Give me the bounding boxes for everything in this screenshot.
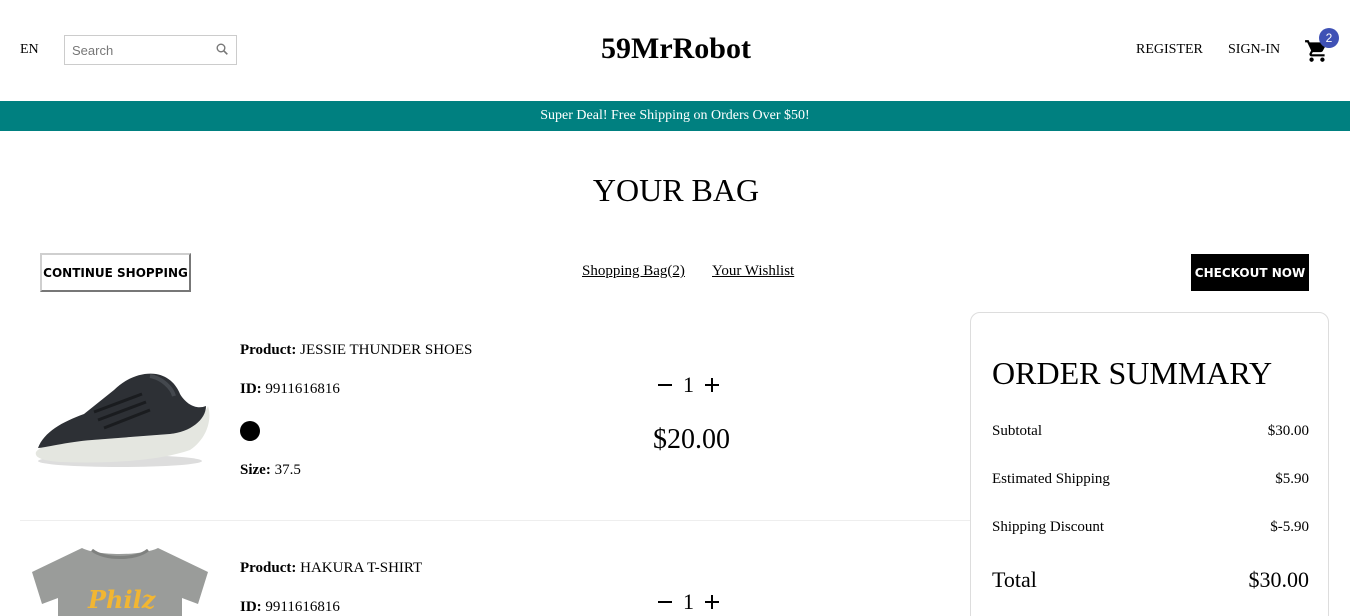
subtotal-row: Subtotal $30.00 [992, 423, 1309, 440]
quantity-value: 1 [683, 372, 694, 397]
product-id-row: ID: 9911616816 [240, 599, 340, 616]
plus-icon[interactable] [704, 377, 720, 393]
search-box [64, 35, 237, 65]
shoe-image [35, 373, 210, 467]
product-name-row: Product: HAKURA T-SHIRT [240, 560, 422, 577]
quantity-stepper: 1 [657, 372, 720, 398]
id-label: ID: [240, 381, 262, 397]
total-value: $30.00 [1248, 567, 1310, 592]
product-size-row: Size: 37.5 [240, 462, 301, 479]
product-name: JESSIE THUNDER SHOES [300, 342, 473, 358]
id-label: ID: [240, 599, 262, 615]
summary-title: ORDER SUMMARY [992, 355, 1273, 391]
signin-link[interactable]: SIGN-IN [1228, 42, 1280, 58]
shipping-label: Estimated Shipping [992, 471, 1110, 487]
shopping-bag-link[interactable]: Shopping Bag(2) [582, 263, 685, 280]
page-title: YOUR BAG [592, 172, 760, 208]
product-id: 9911616816 [265, 599, 340, 615]
quantity-stepper: 1 [657, 589, 720, 615]
product-id-row: ID: 9911616816 [240, 381, 340, 398]
discount-value: $-5.90 [1270, 519, 1309, 535]
checkout-now-button[interactable]: CHECKOUT NOW [1191, 254, 1309, 291]
subtotal-value: $30.00 [1267, 423, 1309, 439]
size-label: Size: [240, 462, 271, 478]
wishlist-link[interactable]: Your Wishlist [712, 263, 794, 280]
cart-count-badge: 2 [1319, 28, 1339, 48]
product-label: Product: [240, 560, 297, 576]
logo[interactable]: 59MrRobot [601, 32, 751, 65]
continue-shopping-button[interactable]: CONTINUE SHOPPING [40, 253, 191, 292]
color-swatch [240, 421, 260, 441]
item-divider [20, 520, 970, 521]
product-size: 37.5 [274, 462, 301, 478]
product-name-row: Product: JESSIE THUNDER SHOES [240, 342, 472, 359]
tshirt-image: Philz [32, 548, 208, 616]
search-icon[interactable] [216, 43, 228, 55]
announcement-bar: Super Deal! Free Shipping on Orders Over… [0, 101, 1350, 131]
minus-icon[interactable] [657, 377, 673, 393]
language-selector[interactable]: EN [20, 42, 39, 58]
product-id: 9911616816 [265, 381, 340, 397]
discount-label: Shipping Discount [992, 519, 1105, 535]
cart-item: Product: JESSIE THUNDER SHOES ID: 991161… [0, 320, 960, 520]
product-name: HAKURA T-SHIRT [300, 560, 423, 576]
order-summary: ORDER SUMMARY Subtotal $30.00 Estimated … [970, 312, 1329, 616]
product-label: Product: [240, 342, 297, 358]
navbar: EN 59MrRobot REGISTER SIGN-IN 2 [0, 0, 1352, 101]
product-price: $20.00 [653, 424, 730, 455]
plus-icon[interactable] [704, 594, 720, 610]
register-link[interactable]: REGISTER [1136, 42, 1203, 58]
minus-icon[interactable] [657, 594, 673, 610]
shipping-row: Estimated Shipping $5.90 [992, 471, 1309, 488]
search-input[interactable] [65, 37, 205, 63]
cart-item: Philz Product: HAKURA T-SHIRT ID: 991161… [0, 522, 960, 616]
total-label: Total [992, 567, 1037, 592]
subtotal-label: Subtotal [992, 423, 1043, 439]
shipping-value: $5.90 [1275, 471, 1309, 487]
total-row: Total $30.00 [992, 567, 1309, 593]
discount-row: Shipping Discount $-5.90 [992, 519, 1309, 536]
quantity-value: 1 [683, 589, 694, 614]
tshirt-print-text: Philz [87, 585, 157, 614]
